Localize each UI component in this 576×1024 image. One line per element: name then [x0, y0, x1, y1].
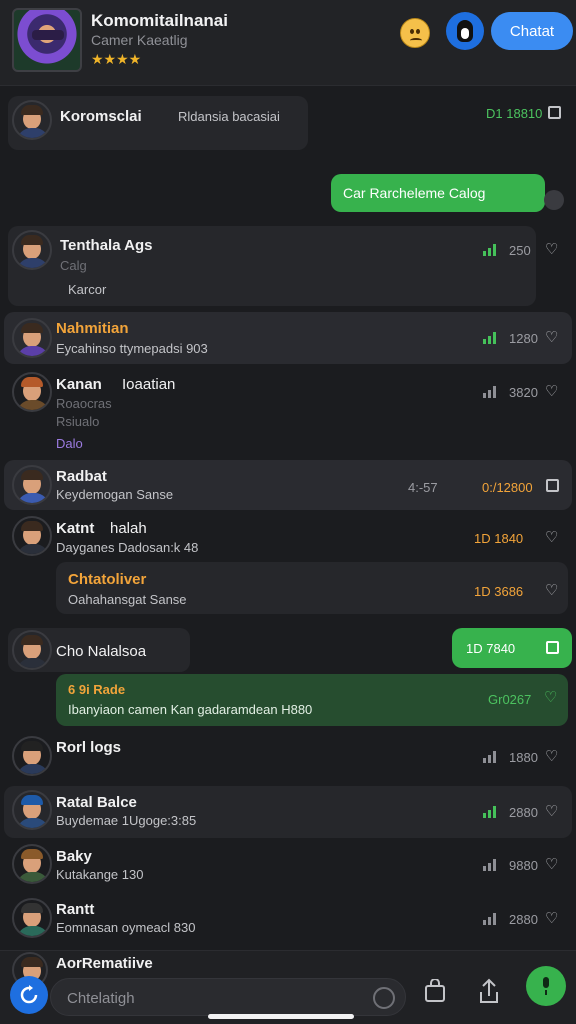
square-icon[interactable]: [546, 641, 559, 654]
chat-tag: Dalo: [56, 436, 83, 451]
chat-name-extra: Ioaatian: [122, 376, 176, 393]
chat-preview: Keydemogan Sanse: [56, 487, 174, 502]
chat-name: AorRematiive: [56, 955, 153, 972]
read-receipt-icon: [544, 190, 564, 210]
chat-name: Radbat: [56, 468, 107, 485]
chat-time: 1D 3686: [474, 584, 524, 599]
heart-icon[interactable]: ♡: [545, 240, 558, 258]
chat-name: Rorl logs: [56, 739, 122, 756]
chat-time: 3820: [509, 385, 538, 400]
chat-time: D1 18810: [486, 106, 543, 121]
chat-name: Rantt: [56, 901, 95, 918]
avatar: [12, 100, 52, 140]
avatar: [12, 230, 52, 270]
list-item[interactable]: Tenthala Ags Calg Karcor: [8, 226, 536, 306]
avatar: [12, 844, 52, 884]
list-item[interactable]: Cho Nalalsoa: [8, 628, 190, 672]
heart-icon[interactable]: ♡: [545, 747, 558, 765]
chat-preview: Ibanyiaon camen Kan gadaramdean H880: [68, 702, 313, 717]
chat-preview: Eomnasan oymeacl 830: [56, 920, 196, 935]
avatar: [12, 516, 52, 556]
message-input-wrapper: [50, 978, 406, 1016]
header-subtitle: Camer Kaeatlig: [91, 32, 188, 48]
chat-time: 1280: [509, 331, 538, 346]
avatar: [12, 630, 52, 670]
heart-icon[interactable]: ♡: [545, 581, 558, 599]
chat-name: 6 9i Rade: [68, 682, 126, 697]
chat-time: 2880: [509, 912, 538, 927]
chat-button[interactable]: Chatat: [491, 12, 573, 50]
chat-preview: Kutakange 130: [56, 867, 144, 882]
chat-name: Ratal Balce: [56, 794, 137, 811]
header-title: Komomitailnanai: [91, 11, 228, 30]
chat-name: Chtatoliver: [68, 571, 147, 588]
chat-time: 0:/12800: [482, 480, 533, 495]
avatar: [12, 898, 52, 938]
rating-stars: ★★★★: [91, 51, 142, 67]
chat-name: Koromsclai: [60, 108, 142, 125]
heart-icon[interactable]: ♡: [545, 528, 558, 546]
chat-name: Cho Nalalsoa: [56, 643, 147, 660]
avatar: [12, 736, 52, 776]
avatar: [12, 372, 52, 412]
chat-time: 1880: [509, 750, 538, 765]
message-input[interactable]: [67, 987, 357, 1009]
chat-time: 1D 1840: [474, 531, 524, 546]
chat-time: 250: [509, 243, 531, 258]
signal-icon: [483, 386, 497, 398]
heart-icon[interactable]: ♡: [545, 328, 558, 346]
refresh-icon[interactable]: [10, 976, 48, 1014]
chat-preview-secondary: Rsiualo: [56, 414, 100, 429]
signal-icon: [483, 751, 497, 763]
chat-preview: Dayganes Dadosan:k 48: [56, 540, 199, 555]
heart-icon[interactable]: ♡: [544, 688, 557, 706]
bag-icon[interactable]: [416, 972, 454, 1010]
signal-icon: [483, 244, 497, 256]
share-icon[interactable]: [470, 972, 508, 1010]
penguin-icon[interactable]: [446, 12, 484, 50]
chat-name: Kanan: [56, 376, 102, 393]
avatar: [12, 465, 52, 505]
chat-name-extra: halah: [110, 520, 147, 537]
chat-name: Tenthala Ags: [60, 237, 153, 254]
heart-icon[interactable]: ♡: [545, 909, 558, 927]
outgoing-message[interactable]: 1D 7840: [452, 628, 572, 668]
app-header: Komomitailnanai Camer Kaeatlig ★★★★ Chat…: [0, 0, 576, 86]
heart-icon[interactable]: ♡: [545, 802, 558, 820]
chat-name: Katnt: [56, 520, 95, 537]
emoji-status-icon[interactable]: [400, 18, 430, 48]
mic-icon[interactable]: [373, 987, 395, 1009]
chat-name: Baky: [56, 848, 92, 865]
signal-icon: [483, 913, 497, 925]
chat-time: 9880: [509, 858, 538, 873]
chat-preview: Oahahansgat Sanse: [68, 592, 187, 607]
profile-avatar[interactable]: [12, 8, 82, 72]
signal-icon: [483, 859, 497, 871]
signal-icon: [483, 332, 497, 344]
chat-name: Nahmitian: [56, 320, 129, 337]
chat-preview: Eycahinso ttymepadsi 903: [56, 341, 208, 356]
chat-preview: Roaocras: [56, 396, 112, 411]
chat-time: 1D 7840: [466, 641, 516, 656]
chat-preview-secondary: Karcor: [68, 282, 107, 297]
list-item[interactable]: Koromsclai Rldansia bacasiai: [8, 96, 308, 150]
chat-preview: Buydemae 1Ugoge:3:85: [56, 813, 197, 828]
chat-preview: Rldansia bacasiai: [178, 109, 280, 124]
chat-time: Gr0267: [488, 692, 532, 707]
chat-preview: Calg: [60, 258, 87, 273]
square-icon[interactable]: [546, 479, 559, 492]
square-icon[interactable]: [548, 106, 561, 119]
heart-icon[interactable]: ♡: [545, 855, 558, 873]
signal-icon: [483, 806, 497, 818]
mic-button[interactable]: [526, 966, 566, 1006]
avatar: [12, 318, 52, 358]
outgoing-message[interactable]: Car Rarcheleme Calog: [331, 174, 545, 212]
home-indicator: [208, 1014, 354, 1019]
message-text: Car Rarcheleme Calog: [343, 185, 486, 201]
chat-time-secondary: 4:-57: [408, 480, 438, 495]
avatar: [12, 790, 52, 830]
chat-time: 2880: [509, 805, 538, 820]
heart-icon[interactable]: ♡: [545, 382, 558, 400]
